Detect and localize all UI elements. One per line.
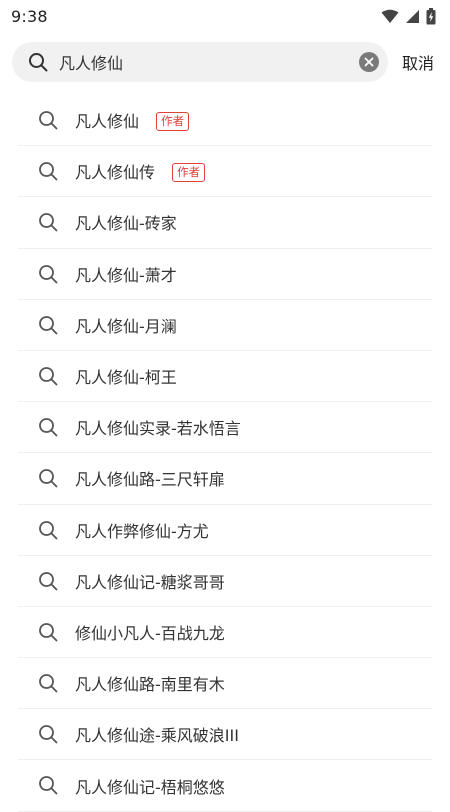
suggestion-item[interactable]: 凡人修仙路-南里有木 [18, 658, 432, 710]
signal-icon [405, 9, 420, 24]
suggestion-label: 凡人修仙实录-若水悟言 [75, 419, 241, 439]
search-icon [38, 724, 58, 748]
search-icon [38, 366, 58, 390]
suggestion-text-wrap: 修仙小凡人-百战九龙 [75, 620, 225, 644]
suggestion-text-wrap: 凡人修仙-月澜 [75, 313, 177, 337]
search-icon [38, 673, 58, 697]
suggestion-item[interactable]: 凡人修仙传 作者 [18, 146, 432, 198]
suggestion-label: 凡人修仙路-南里有木 [75, 675, 225, 695]
search-icon [38, 571, 58, 595]
suggestion-item[interactable]: 凡人修仙记-糖浆哥哥 [18, 556, 432, 607]
suggestion-label: 凡人修仙-萧才 [75, 265, 177, 285]
suggestion-text-wrap: 凡人修仙路-南里有木 [75, 671, 225, 695]
suggestion-text-wrap: 凡人修仙-萧才 [75, 262, 177, 286]
search-bar: 取消 [0, 42, 450, 82]
author-badge: 作者 [172, 163, 206, 183]
search-input[interactable] [59, 42, 349, 82]
clear-icon[interactable] [359, 52, 379, 72]
suggestion-item[interactable]: 凡人修仙-月澜 [18, 300, 432, 351]
suggestion-text-wrap: 凡人修仙记-糖浆哥哥 [75, 569, 225, 593]
suggestion-item[interactable]: 凡人修仙-柯王 [18, 351, 432, 403]
suggestion-text-wrap: 凡人修仙途-乘风破浪III [75, 722, 239, 746]
search-icon [38, 264, 58, 288]
suggestion-text-wrap: 凡人修仙实录-若水悟言 [75, 415, 241, 439]
suggestion-text-wrap: 凡人修仙路-三尺轩扉 [75, 466, 225, 490]
suggestion-item[interactable]: 凡人修仙途-乘风破浪III [18, 709, 432, 761]
suggestion-item[interactable]: 凡人作弊修仙-方尤 [18, 505, 432, 556]
suggestion-text-wrap: 凡人作弊修仙-方尤 [75, 518, 209, 542]
suggestion-label: 凡人作弊修仙-方尤 [75, 521, 209, 541]
suggestion-item[interactable]: 修仙小凡人-百战九龙 [18, 607, 432, 659]
search-icon [38, 315, 58, 339]
suggestion-item[interactable]: 凡人修仙记-梧桐悠悠 [18, 760, 432, 812]
suggestion-item[interactable]: 凡人修仙路-三尺轩扉 [18, 453, 432, 505]
suggestion-item[interactable]: 凡人修仙 作者 [18, 95, 432, 147]
search-icon [38, 110, 58, 134]
suggestion-label: 凡人修仙-柯王 [75, 368, 177, 388]
suggestion-item[interactable]: 凡人修仙-萧才 [18, 249, 432, 300]
suggestion-text-wrap: 凡人修仙 作者 [75, 108, 190, 132]
search-icon [38, 468, 58, 492]
suggestion-item[interactable]: 凡人修仙实录-若水悟言 [18, 402, 432, 454]
wifi-icon [381, 9, 399, 24]
suggestion-label: 凡人修仙途-乘风破浪III [75, 726, 239, 746]
suggestion-item[interactable]: 凡人修仙-砖家 [18, 197, 432, 249]
suggestion-label: 凡人修仙-月澜 [75, 316, 177, 336]
suggestion-text-wrap: 凡人修仙记-梧桐悠悠 [75, 774, 225, 798]
search-icon [38, 775, 58, 799]
suggestion-label: 凡人修仙传 [75, 163, 156, 183]
suggestion-label: 凡人修仙 [75, 112, 140, 132]
suggestion-text-wrap: 凡人修仙-柯王 [75, 364, 177, 388]
suggestion-label: 修仙小凡人-百战九龙 [75, 623, 225, 643]
search-icon [28, 52, 48, 76]
cancel-button[interactable]: 取消 [402, 42, 434, 82]
author-badge: 作者 [156, 112, 190, 132]
search-box[interactable] [12, 42, 388, 82]
status-icons [381, 7, 436, 25]
suggestion-label: 凡人修仙路-三尺轩扉 [75, 470, 225, 490]
status-time: 9:38 [11, 6, 48, 26]
search-icon [38, 622, 58, 646]
suggestion-label: 凡人修仙记-糖浆哥哥 [75, 572, 225, 592]
search-icon [38, 417, 58, 441]
suggestion-list: 凡人修仙 作者 凡人修仙传 作者 凡人修仙-砖家 凡人修仙-萧才 凡人修仙-月澜… [18, 95, 432, 812]
suggestion-label: 凡人修仙记-梧桐悠悠 [75, 777, 225, 797]
battery-icon [426, 7, 436, 25]
suggestion-text-wrap: 凡人修仙传 作者 [75, 159, 206, 183]
suggestion-text-wrap: 凡人修仙-砖家 [75, 210, 177, 234]
search-icon [38, 161, 58, 185]
search-icon [38, 520, 58, 544]
suggestion-label: 凡人修仙-砖家 [75, 214, 177, 234]
status-bar: 9:38 [0, 0, 450, 32]
search-icon [38, 212, 58, 236]
